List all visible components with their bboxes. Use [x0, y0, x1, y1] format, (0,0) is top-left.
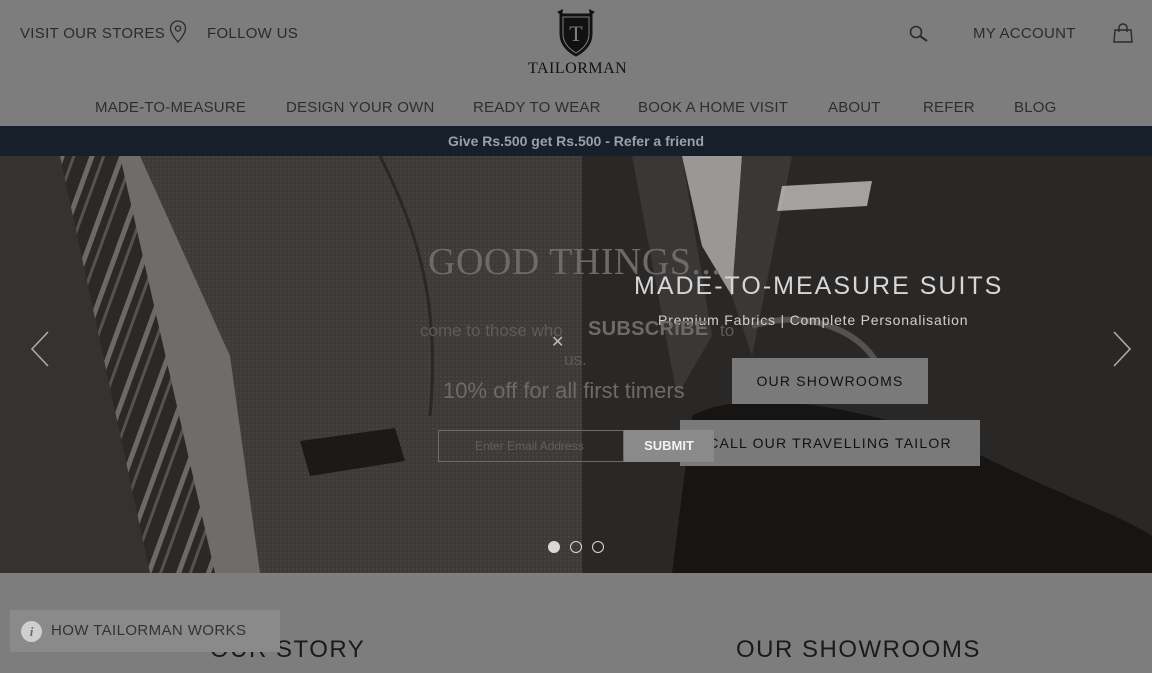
popup-line1-to: to	[720, 321, 735, 340]
chevron-left-icon	[30, 331, 49, 367]
carousel-next-arrow[interactable]	[1112, 330, 1132, 368]
carousel-prev-arrow[interactable]	[30, 330, 50, 368]
carousel-dot-1[interactable]	[548, 541, 560, 553]
refer-promo-banner[interactable]: Give Rs.500 get Rs.500 - Refer a friend	[0, 126, 1152, 156]
how-tailorman-works-label: HOW TAILORMAN WORKS	[51, 622, 247, 639]
our-showrooms-button[interactable]: OUR SHOWROOMS	[732, 358, 928, 404]
nav-book-home-visit[interactable]: BOOK A HOME VISIT	[638, 99, 788, 116]
popup-email-input[interactable]	[438, 430, 624, 462]
nav-made-to-measure[interactable]: MADE-TO-MEASURE	[95, 99, 246, 116]
tailorman-logo[interactable]: T TAILORMAN	[528, 8, 628, 80]
logo-crest-icon: T	[557, 9, 595, 57]
main-nav: MADE-TO-MEASURE DESIGN YOUR OWN READY TO…	[0, 99, 1152, 119]
nav-about[interactable]: ABOUT	[828, 99, 881, 116]
search-icon[interactable]	[908, 24, 930, 44]
popup-offer-text: 10% off for all first timers	[443, 378, 685, 403]
carousel-dot-2[interactable]	[570, 541, 582, 553]
nav-blog[interactable]: BLOG	[1014, 99, 1056, 116]
info-icon: i	[21, 621, 42, 642]
popup-close-icon[interactable]: ✕	[551, 332, 564, 352]
my-account-link[interactable]: MY ACCOUNT	[973, 25, 1076, 42]
popup-submit-button[interactable]: SUBMIT	[624, 430, 714, 462]
carousel-dot-3[interactable]	[592, 541, 604, 553]
logo-text: TAILORMAN	[528, 60, 628, 77]
our-showrooms-heading: OUR SHOWROOMS	[736, 636, 981, 663]
nav-design-your-own[interactable]: DESIGN YOUR OWN	[286, 99, 435, 116]
popup-heading: GOOD THINGS...	[428, 241, 722, 283]
hero-image-left	[0, 156, 582, 573]
logo-letter: T	[569, 21, 583, 46]
nav-ready-to-wear[interactable]: READY TO WEAR	[473, 99, 601, 116]
shopping-bag-icon[interactable]	[1112, 22, 1134, 44]
popup-line1: come to those who	[420, 321, 563, 340]
popup-subscribe-text: SUBSCRIBE	[588, 318, 709, 340]
location-pin-icon[interactable]	[169, 20, 187, 44]
call-travelling-tailor-button[interactable]: CALL OUR TRAVELLING TAILOR	[680, 420, 980, 466]
follow-us-link[interactable]: FOLLOW US	[207, 25, 298, 42]
site-header: VISIT OUR STORES FOLLOW US T TAILORMAN M…	[0, 0, 1152, 126]
popup-line1-end: us.	[564, 350, 587, 369]
visit-stores-link[interactable]: VISIT OUR STORES	[20, 25, 165, 42]
nav-refer[interactable]: REFER	[923, 99, 975, 116]
chevron-right-icon	[1113, 331, 1132, 367]
how-tailorman-works-button[interactable]: i HOW TAILORMAN WORKS	[10, 610, 280, 652]
